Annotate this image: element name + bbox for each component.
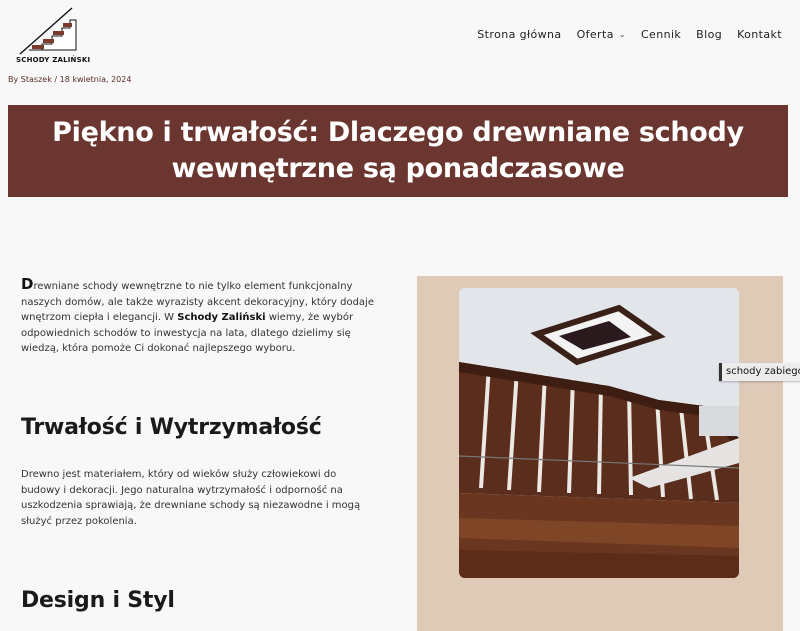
hero-banner: Piękno i trwałość: Dlaczego drewniane sc… <box>8 105 788 197</box>
nav-item-contact[interactable]: Kontakt <box>737 28 782 41</box>
site-header: SCHODY ZALIŃSKI Strona główna Oferta ⌄ Ce… <box>0 0 800 72</box>
nav-item-label: Kontakt <box>737 28 782 41</box>
nav-item-blog[interactable]: Blog <box>696 28 722 41</box>
page-title: Piękno i trwałość: Dlaczego drewniane sc… <box>52 117 744 184</box>
nav-item-label: Blog <box>696 28 723 41</box>
author-link[interactable]: Staszek <box>21 75 52 84</box>
brand-mention: Schody Zaliński <box>177 312 266 323</box>
chevron-down-icon: ⌄ <box>618 30 626 39</box>
image-tooltip: schody zabiegowe <box>719 363 800 381</box>
section-paragraph-durability: Drewno jest materiałem, który od wieków … <box>21 469 361 527</box>
meta-prefix: By <box>8 75 19 84</box>
post-date: 18 kwietnia, 2024 <box>59 75 132 84</box>
intro-paragraph: Drewniane schody wewnętrzne to nie tylko… <box>21 275 377 357</box>
logo-text: SCHODY ZALIŃSKI <box>16 56 91 64</box>
staircase-photo[interactable] <box>459 288 739 578</box>
post-meta: By Staszek / 18 kwietnia, 2024 <box>8 75 131 84</box>
site-logo[interactable]: SCHODY ZALIŃSKI <box>16 6 91 64</box>
nav-item-home[interactable]: Strona główna <box>477 28 561 41</box>
nav-item-offer[interactable]: Oferta ⌄ <box>577 28 626 41</box>
drop-cap: D <box>21 275 34 293</box>
nav-item-label: Strona główna <box>477 28 562 41</box>
main-nav: Strona główna Oferta ⌄ Cennik Blog Kontak… <box>462 28 782 41</box>
staircase-image <box>459 288 739 578</box>
nav-item-label: Cennik <box>640 28 682 41</box>
meta-separator: / <box>54 75 58 84</box>
section-heading-durability: Trwałość i Wytrzymałość <box>21 415 322 440</box>
nav-item-pricing[interactable]: Cennik <box>641 28 681 41</box>
nav-item-label: Oferta <box>576 28 614 41</box>
section-heading-design: Design i Styl <box>21 588 175 613</box>
stairs-logo-icon <box>19 7 77 55</box>
